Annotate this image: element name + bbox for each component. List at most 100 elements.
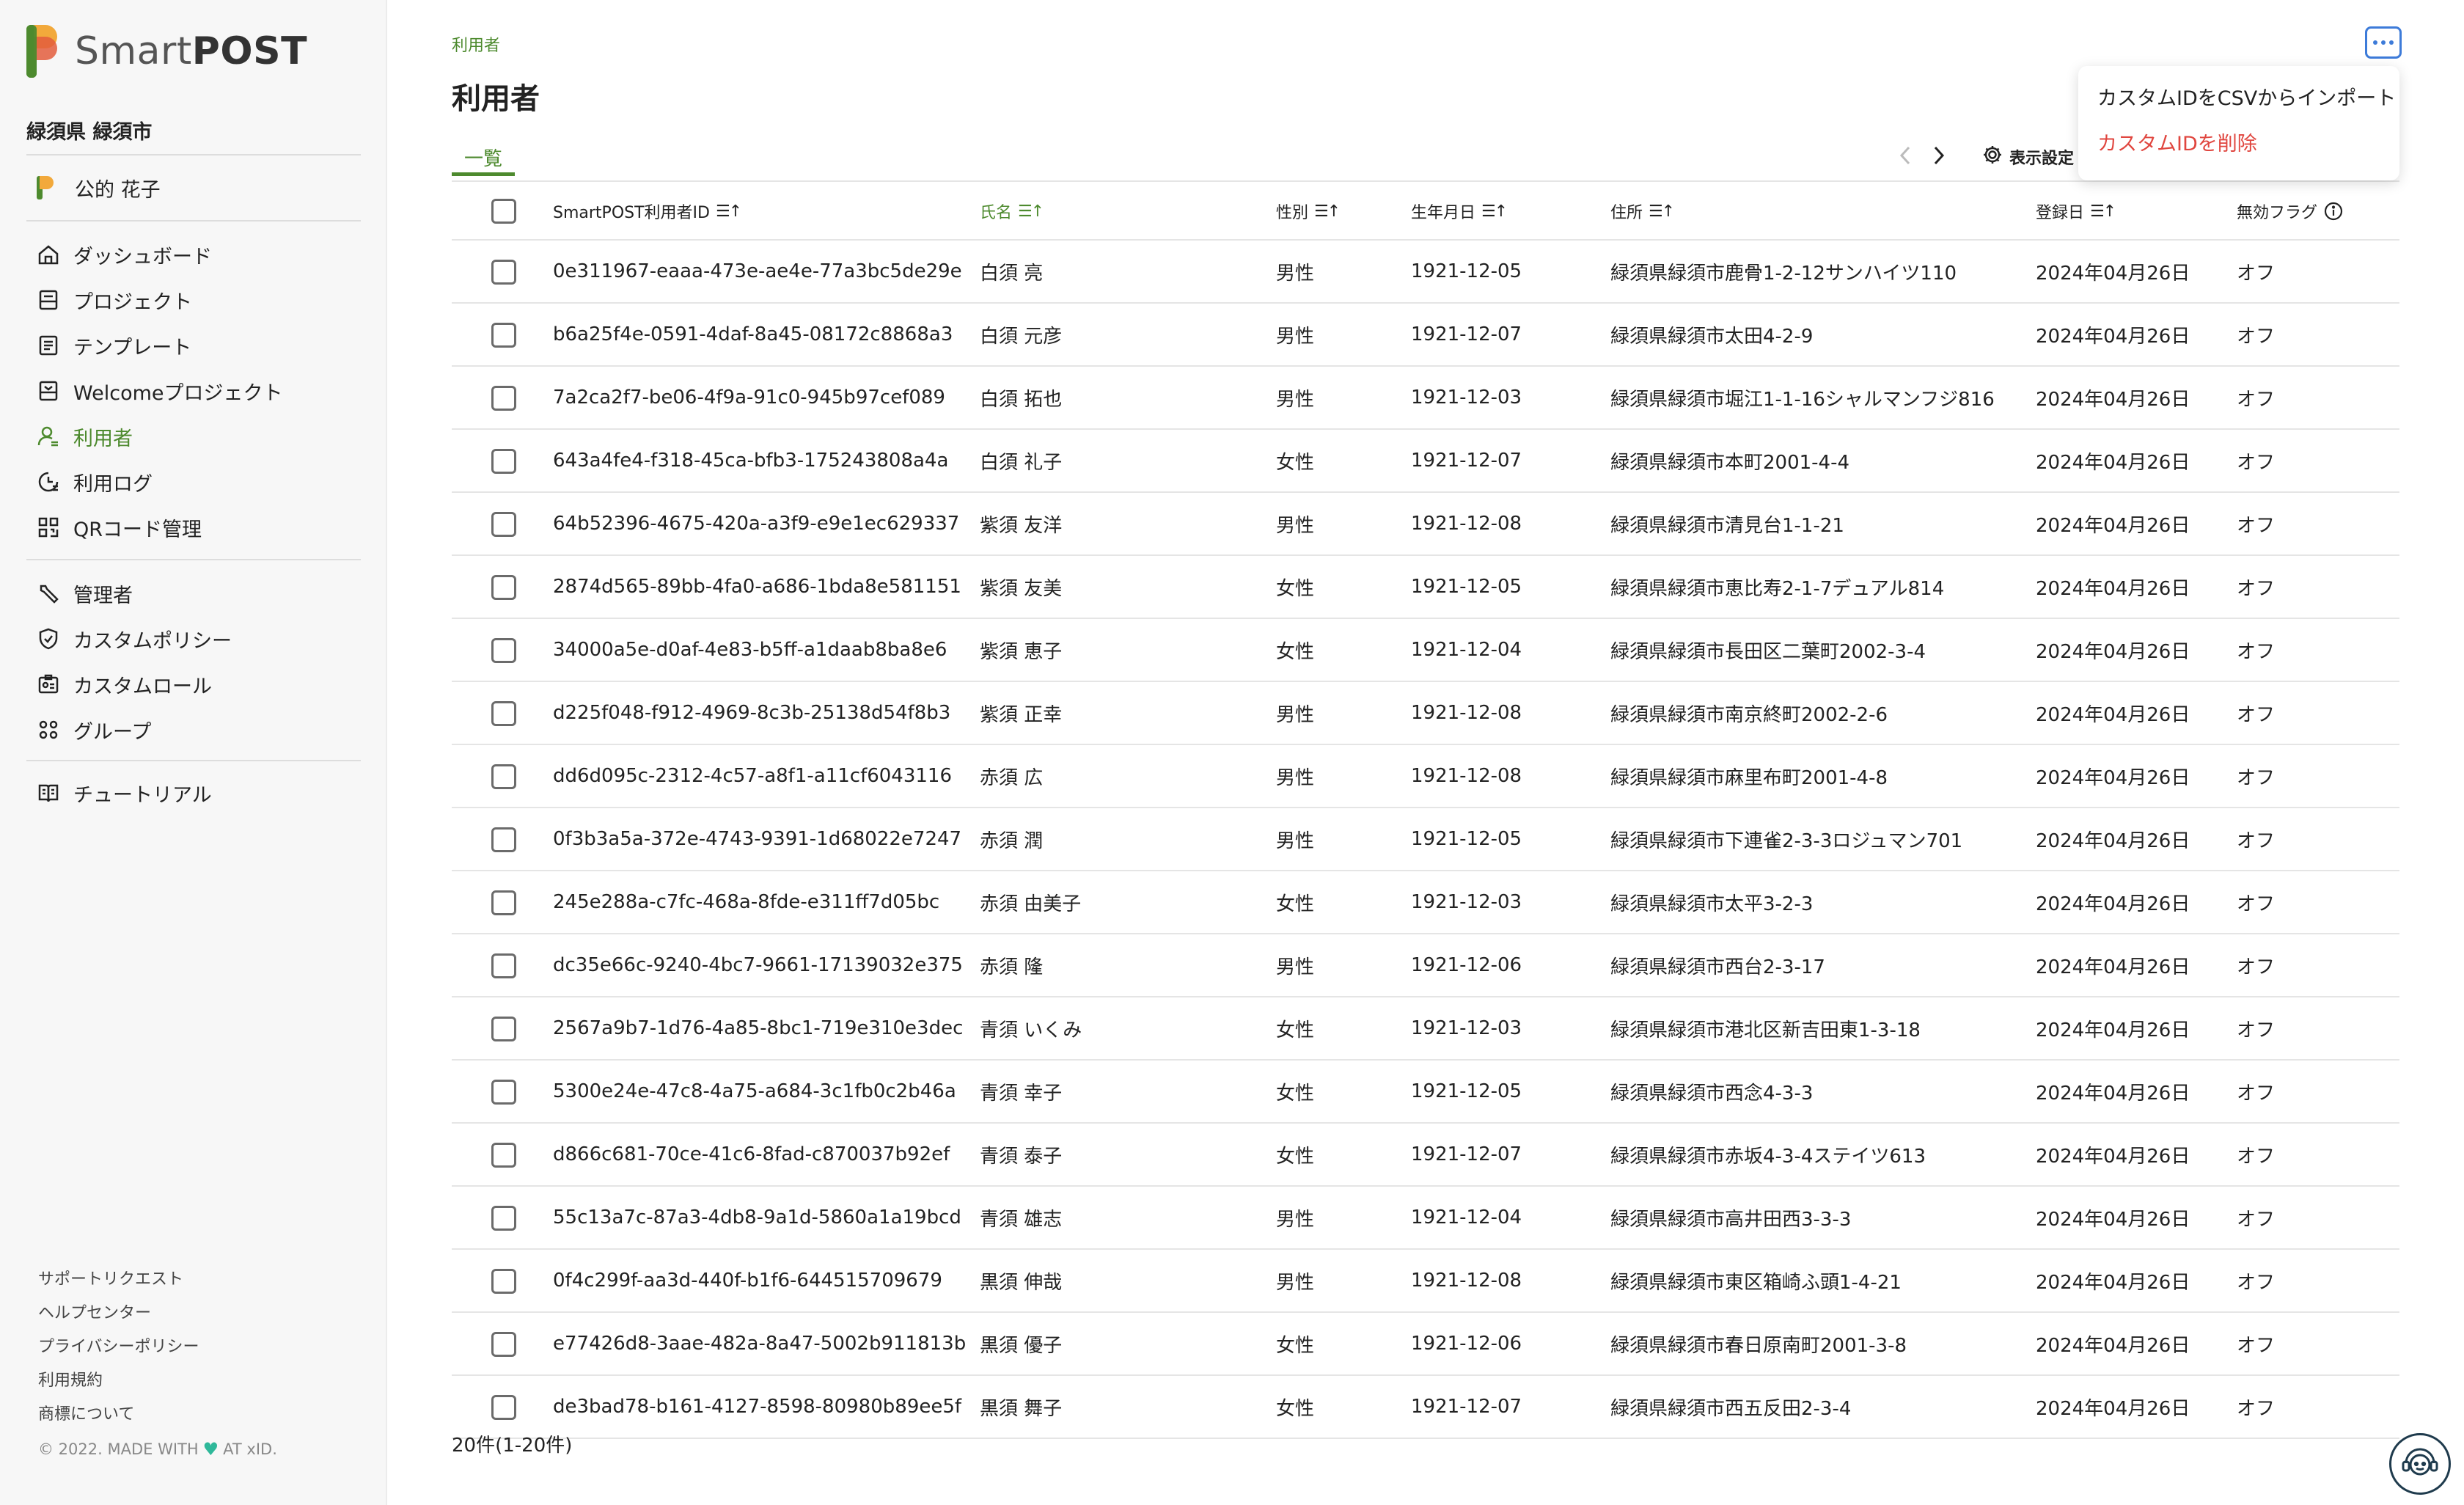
cell-birthdate: 1921-12-07 (1411, 323, 1522, 345)
row-checkbox[interactable] (491, 890, 516, 915)
delete-custom-id-menu-item[interactable]: カスタムIDを削除 (2097, 128, 2257, 156)
row-checkbox[interactable] (491, 1017, 516, 1041)
cell-user-id: d225f048-f912-4969-8c3b-25138d54f8b3 (553, 702, 951, 724)
current-user[interactable]: 公的 花子 (35, 173, 161, 202)
users-table: SmartPOST利用者ID ☰↑ 氏名 ☰↑ 性別 ☰↑ 生年月日 ☰↑ 住所… (452, 182, 2399, 1439)
sort-icon[interactable]: ☰↑ (1018, 202, 1044, 221)
row-checkbox[interactable] (491, 827, 516, 852)
sort-icon[interactable]: ☰↑ (1481, 202, 1508, 221)
cell-name: 白須 礼子 (980, 451, 1063, 474)
table-row[interactable]: 0f3b3a5a-372e-4743-9391-1d68022e7247 赤須 潤… (452, 808, 2399, 871)
row-checkbox[interactable] (491, 1206, 516, 1231)
cell-user-id: 0e311967-eaaa-473e-ae4e-77a3bc5de29e (553, 260, 962, 282)
table-row[interactable]: dd6d095c-2312-4c57-a8f1-a11cf6043116 赤須 広… (452, 745, 2399, 808)
cell-name: 白須 亮 (980, 262, 1044, 285)
home-icon (35, 241, 62, 268)
row-checkbox[interactable] (491, 1332, 516, 1357)
row-checkbox[interactable] (491, 449, 516, 474)
terms-link[interactable]: 利用規約 (38, 1364, 199, 1398)
table-header: SmartPOST利用者ID ☰↑ 氏名 ☰↑ 性別 ☰↑ 生年月日 ☰↑ 住所… (452, 182, 2399, 241)
info-icon[interactable] (2323, 201, 2344, 221)
select-all-checkbox[interactable] (491, 199, 516, 224)
table-row[interactable]: 0e311967-eaaa-473e-ae4e-77a3bc5de29e 白須 亮… (452, 241, 2399, 304)
sort-icon[interactable]: ☰↑ (1649, 202, 1675, 221)
help-center-link[interactable]: ヘルプセンター (38, 1297, 199, 1330)
pager-next-button[interactable] (1926, 142, 1952, 172)
sidebar-item-users[interactable]: 利用者 (35, 420, 133, 453)
sidebar-item-admin[interactable]: 管理者 (35, 576, 133, 610)
trademark-link[interactable]: 商標について (38, 1398, 199, 1432)
table-row[interactable]: d866c681-70ce-41c6-8fad-c870037b92ef 青須 泰… (452, 1124, 2399, 1187)
cell-birthdate: 1921-12-08 (1411, 1270, 1522, 1292)
table-row[interactable]: 55c13a7c-87a3-4db8-9a1d-5860a1a19bcd 青須 雄… (452, 1187, 2399, 1250)
support-request-link[interactable]: サポートリクエスト (38, 1263, 199, 1297)
table-row[interactable]: 2874d565-89bb-4fa0-a686-1bda8e581151 紫須 友… (452, 556, 2399, 619)
pager-prev-button[interactable] (1892, 142, 1918, 172)
cell-user-id: e77426d8-3aae-482a-8a47-5002b911813b (553, 1333, 967, 1355)
row-checkbox[interactable] (491, 386, 516, 411)
cell-sex: 男性 (1276, 766, 1315, 789)
column-header-sex: 性別 ☰↑ (1276, 202, 1341, 223)
row-checkbox[interactable] (491, 1080, 516, 1105)
sidebar-item-dashboard[interactable]: ダッシュボード (35, 238, 212, 271)
row-checkbox[interactable] (491, 1395, 516, 1420)
row-checkbox[interactable] (491, 1269, 516, 1294)
cell-user-id: d866c681-70ce-41c6-8fad-c870037b92ef (553, 1143, 950, 1165)
cell-registered-date: 2024年04月26日 (2036, 1397, 2190, 1420)
cell-sex: 女性 (1276, 451, 1315, 474)
sidebar-item-custom-role[interactable]: カスタムロール (35, 667, 212, 701)
table-row[interactable]: 5300e24e-47c8-4a75-a684-3c1fb0c2b46a 青須 幸… (452, 1061, 2399, 1124)
breadcrumb[interactable]: 利用者 (452, 32, 500, 56)
table-row[interactable]: 64b52396-4675-420a-a3f9-e9e1ec629337 紫須 友… (452, 493, 2399, 556)
sidebar-item-project[interactable]: プロジェクト (35, 283, 192, 317)
sort-icon[interactable]: ☰↑ (1314, 202, 1341, 221)
table-row[interactable]: de3bad78-b161-4127-8598-80980b89ee5f 黒須 舞… (452, 1376, 2399, 1439)
row-checkbox[interactable] (491, 575, 516, 600)
table-row[interactable]: 643a4fe4-f318-45ca-bfb3-175243808a4a 白須 礼… (452, 430, 2399, 493)
table-row[interactable]: 7a2ca2f7-be06-4f9a-91c0-945b97cef089 白須 拓… (452, 367, 2399, 430)
table-row[interactable]: d225f048-f912-4969-8c3b-25138d54f8b3 紫須 正… (452, 682, 2399, 745)
sidebar-item-qr-code[interactable]: QRコード管理 (35, 510, 202, 544)
row-checkbox[interactable] (491, 260, 516, 285)
privacy-policy-link[interactable]: プライバシーポリシー (38, 1330, 199, 1364)
divider (26, 220, 361, 221)
tab-list[interactable]: 一覧 (452, 141, 515, 176)
sort-icon[interactable]: ☰↑ (716, 202, 742, 221)
more-options-button[interactable] (2365, 26, 2402, 59)
sort-icon[interactable]: ☰↑ (2090, 202, 2116, 221)
row-checkbox[interactable] (491, 764, 516, 789)
row-checkbox[interactable] (491, 1143, 516, 1168)
smartpost-logo[interactable]: SmartPOST (26, 25, 307, 78)
row-checkbox[interactable] (491, 701, 516, 726)
display-settings-button[interactable]: 表示設定 (1981, 142, 2074, 172)
cell-user-id: b6a25f4e-0591-4daf-8a45-08172c8868a3 (553, 323, 953, 345)
support-chat-button[interactable] (2389, 1433, 2451, 1495)
sidebar-item-usage-log[interactable]: 利用ログ (35, 465, 153, 499)
sidebar-item-custom-policy[interactable]: カスタムポリシー (35, 622, 232, 656)
cell-registered-date: 2024年04月26日 (2036, 766, 2190, 789)
sidebar-item-group[interactable]: グループ (35, 713, 151, 747)
row-checkbox[interactable] (491, 323, 516, 348)
table-row[interactable]: e77426d8-3aae-482a-8a47-5002b911813b 黒須 優… (452, 1313, 2399, 1376)
table-row[interactable]: 2567a9b7-1d76-4a85-8bc1-719e310e3dec 青須 い… (452, 997, 2399, 1061)
row-checkbox[interactable] (491, 953, 516, 978)
cell-address: 緑須県緑須市恵比寿2-1-7デュアル814 (1610, 577, 1945, 600)
row-checkbox[interactable] (491, 638, 516, 663)
table-row[interactable]: 0f4c299f-aa3d-440f-b1f6-644515709679 黒須 伸… (452, 1250, 2399, 1313)
table-row[interactable]: 245e288a-c7fc-468a-8fde-e311ff7d05bc 赤須 由… (452, 871, 2399, 934)
sidebar-item-welcome-project[interactable]: Welcomeプロジェクト (35, 374, 283, 408)
cell-disabled-flag: オフ (2237, 262, 2276, 285)
sidebar-item-tutorial[interactable]: チュートリアル (35, 776, 212, 810)
import-custom-id-csv-menu-item[interactable]: カスタムIDをCSVからインポート (2097, 82, 2396, 111)
cell-disabled-flag: オフ (2237, 1397, 2276, 1420)
sidebar-item-template[interactable]: テンプレート (35, 329, 191, 362)
table-row[interactable]: dc35e66c-9240-4bc7-9661-17139032e375 赤須 隆… (452, 934, 2399, 997)
row-checkbox[interactable] (491, 512, 516, 537)
table-row[interactable]: 34000a5e-d0af-4e83-b5ff-a1daab8ba8e6 紫須 恵… (452, 619, 2399, 682)
table-row[interactable]: b6a25f4e-0591-4daf-8a45-08172c8868a3 白須 元… (452, 304, 2399, 367)
book-icon (35, 780, 62, 806)
cell-address: 緑須県緑須市堀江1-1-16シャルマンフジ816 (1610, 388, 1995, 411)
cell-birthdate: 1921-12-08 (1411, 702, 1522, 724)
cell-disabled-flag: オフ (2237, 1145, 2276, 1168)
ellipsis-icon (2389, 40, 2394, 45)
